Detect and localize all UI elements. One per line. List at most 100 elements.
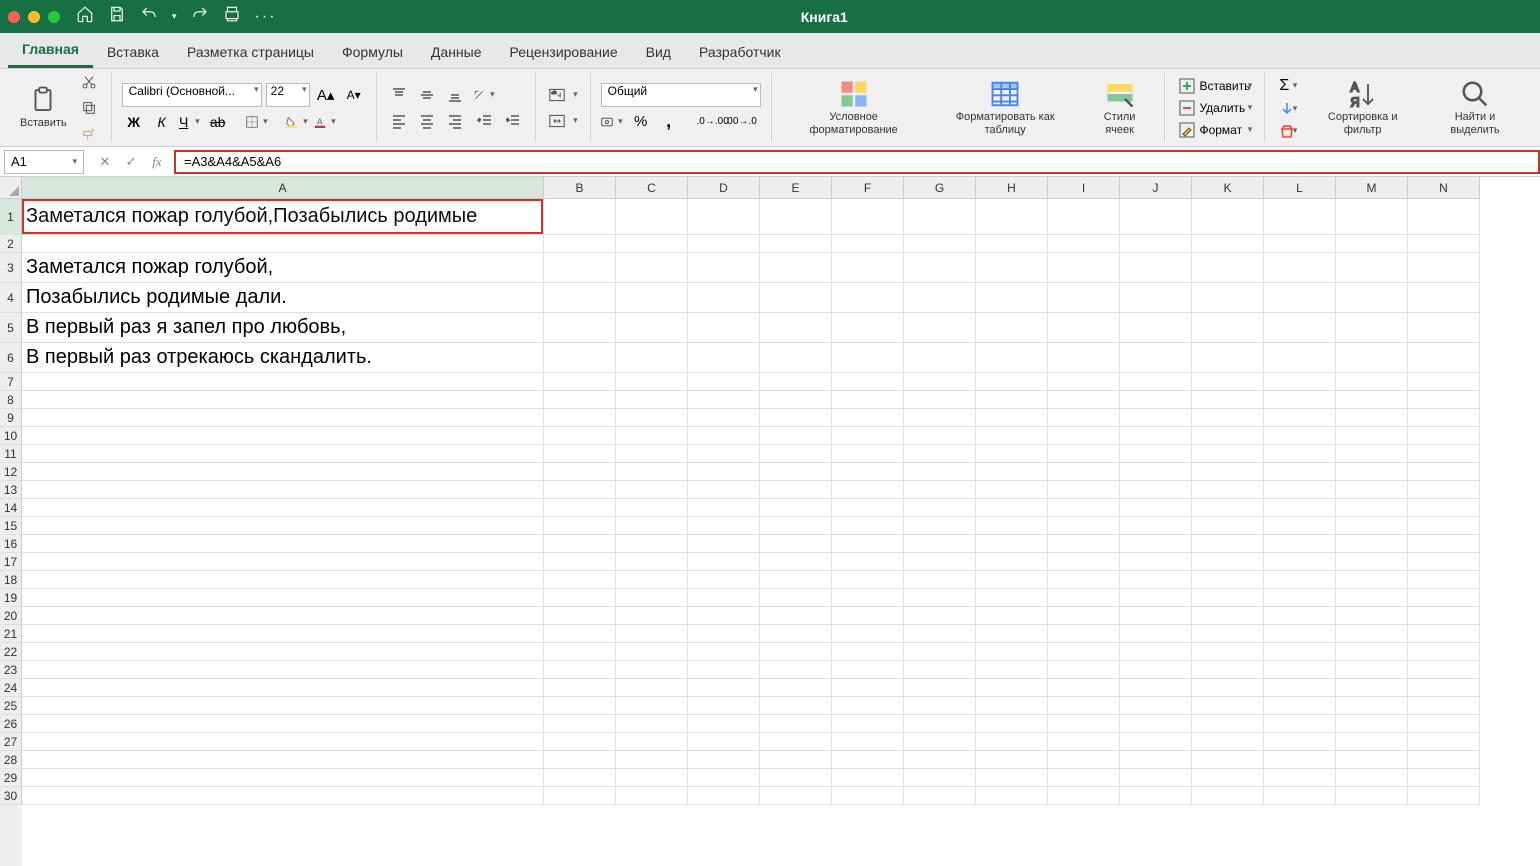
cell-N28[interactable]: [1408, 751, 1480, 769]
cell-J18[interactable]: [1120, 571, 1192, 589]
cell-B20[interactable]: [544, 607, 616, 625]
cell-L12[interactable]: [1264, 463, 1336, 481]
cell-F27[interactable]: [832, 733, 904, 751]
cell-A22[interactable]: [22, 643, 544, 661]
row-header-15[interactable]: 15: [0, 517, 22, 535]
cell-J16[interactable]: [1120, 535, 1192, 553]
cell-F13[interactable]: [832, 481, 904, 499]
cell-D23[interactable]: [688, 661, 760, 679]
cell-H24[interactable]: [976, 679, 1048, 697]
cell-M30[interactable]: [1336, 787, 1408, 805]
cell-B3[interactable]: [544, 253, 616, 283]
cell-K20[interactable]: [1192, 607, 1264, 625]
cell-A15[interactable]: [22, 517, 544, 535]
currency-icon[interactable]: [601, 111, 625, 133]
cell-K17[interactable]: [1192, 553, 1264, 571]
cell-M6[interactable]: [1336, 343, 1408, 373]
cell-K9[interactable]: [1192, 409, 1264, 427]
cell-M15[interactable]: [1336, 517, 1408, 535]
cell-J23[interactable]: [1120, 661, 1192, 679]
cell-D11[interactable]: [688, 445, 760, 463]
cell-I20[interactable]: [1048, 607, 1120, 625]
cell-F29[interactable]: [832, 769, 904, 787]
cell-J21[interactable]: [1120, 625, 1192, 643]
cell-F3[interactable]: [832, 253, 904, 283]
cell-D22[interactable]: [688, 643, 760, 661]
cell-E22[interactable]: [760, 643, 832, 661]
cell-E6[interactable]: [760, 343, 832, 373]
cell-D13[interactable]: [688, 481, 760, 499]
increase-font-icon[interactable]: A▴: [314, 84, 338, 106]
cell-G26[interactable]: [904, 715, 976, 733]
cell-N22[interactable]: [1408, 643, 1480, 661]
cell-C19[interactable]: [616, 589, 688, 607]
cell-H23[interactable]: [976, 661, 1048, 679]
accept-formula-icon[interactable]: ✓: [122, 153, 140, 171]
cell-D2[interactable]: [688, 235, 760, 253]
row-header-3[interactable]: 3: [0, 253, 22, 283]
align-bottom-icon[interactable]: [443, 84, 467, 106]
cell-H29[interactable]: [976, 769, 1048, 787]
cell-A11[interactable]: [22, 445, 544, 463]
cell-H19[interactable]: [976, 589, 1048, 607]
italic-button[interactable]: К: [150, 111, 174, 133]
cell-L1[interactable]: [1264, 199, 1336, 235]
tab-вставка[interactable]: Вставка: [93, 36, 173, 68]
cell-M9[interactable]: [1336, 409, 1408, 427]
cell-L6[interactable]: [1264, 343, 1336, 373]
cell-I13[interactable]: [1048, 481, 1120, 499]
font-color-icon[interactable]: A: [314, 111, 338, 133]
formula-input[interactable]: =A3&A4&A5&A6: [174, 150, 1540, 174]
cell-B28[interactable]: [544, 751, 616, 769]
cell-B12[interactable]: [544, 463, 616, 481]
cell-C3[interactable]: [616, 253, 688, 283]
cell-C13[interactable]: [616, 481, 688, 499]
row-header-29[interactable]: 29: [0, 769, 22, 787]
cell-K5[interactable]: [1192, 313, 1264, 343]
cell-F17[interactable]: [832, 553, 904, 571]
tab-формулы[interactable]: Формулы: [328, 36, 417, 68]
cell-F6[interactable]: [832, 343, 904, 373]
cell-K26[interactable]: [1192, 715, 1264, 733]
increase-indent-icon[interactable]: [501, 110, 525, 132]
cell-A21[interactable]: [22, 625, 544, 643]
cell-M21[interactable]: [1336, 625, 1408, 643]
cell-L30[interactable]: [1264, 787, 1336, 805]
cell-F21[interactable]: [832, 625, 904, 643]
cell-E24[interactable]: [760, 679, 832, 697]
cell-E19[interactable]: [760, 589, 832, 607]
cell-H8[interactable]: [976, 391, 1048, 409]
cell-H11[interactable]: [976, 445, 1048, 463]
cell-J29[interactable]: [1120, 769, 1192, 787]
cell-H2[interactable]: [976, 235, 1048, 253]
cell-H20[interactable]: [976, 607, 1048, 625]
column-header-G[interactable]: G: [904, 177, 976, 199]
strikethrough-button[interactable]: ab: [206, 111, 230, 133]
cell-K16[interactable]: [1192, 535, 1264, 553]
row-header-20[interactable]: 20: [0, 607, 22, 625]
cell-K24[interactable]: [1192, 679, 1264, 697]
cell-L17[interactable]: [1264, 553, 1336, 571]
font-name-select[interactable]: Calibri (Основной...: [122, 83, 262, 107]
cell-B15[interactable]: [544, 517, 616, 535]
cell-G10[interactable]: [904, 427, 976, 445]
minimize-window[interactable]: [28, 11, 40, 23]
cell-J10[interactable]: [1120, 427, 1192, 445]
cell-N13[interactable]: [1408, 481, 1480, 499]
cell-H4[interactable]: [976, 283, 1048, 313]
cell-C2[interactable]: [616, 235, 688, 253]
cell-B6[interactable]: [544, 343, 616, 373]
cell-N24[interactable]: [1408, 679, 1480, 697]
cell-E21[interactable]: [760, 625, 832, 643]
cell-K2[interactable]: [1192, 235, 1264, 253]
cell-H5[interactable]: [976, 313, 1048, 343]
cell-L26[interactable]: [1264, 715, 1336, 733]
increase-decimal-icon[interactable]: .0→.00: [701, 111, 725, 133]
row-header-25[interactable]: 25: [0, 697, 22, 715]
cell-N29[interactable]: [1408, 769, 1480, 787]
cell-D26[interactable]: [688, 715, 760, 733]
cell-K19[interactable]: [1192, 589, 1264, 607]
cell-G27[interactable]: [904, 733, 976, 751]
row-header-19[interactable]: 19: [0, 589, 22, 607]
row-header-5[interactable]: 5: [0, 313, 22, 343]
